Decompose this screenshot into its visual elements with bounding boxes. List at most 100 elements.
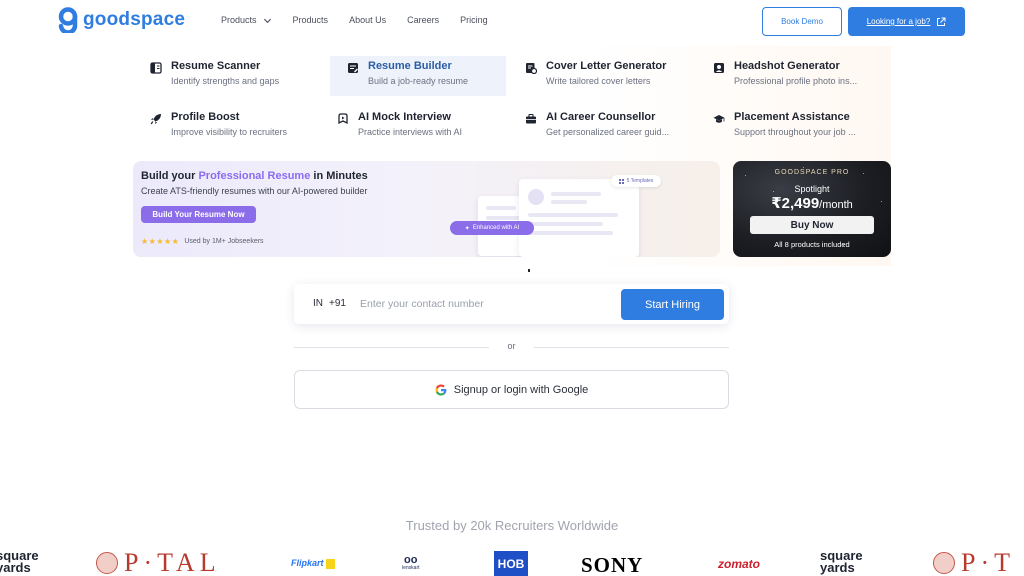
book-demo-button[interactable]: Book Demo: [762, 7, 842, 36]
zomato-logo: zomato: [718, 557, 760, 571]
templates-chip: 5 Templates: [611, 175, 661, 187]
menu-item-ai-mock-interview[interactable]: AI Mock Interview Practice interviews wi…: [320, 102, 496, 142]
buy-now-button[interactable]: Buy Now: [750, 216, 874, 234]
pro-plan-name: Spotlight: [794, 184, 830, 194]
menu-item-subtitle: Identify strengths and gaps: [171, 76, 280, 86]
brand-name: goodspace: [83, 9, 186, 30]
or-divider: or: [294, 341, 729, 353]
ptal-emblem-icon: [96, 552, 118, 574]
menu-item-subtitle: Support throughout your job ...: [734, 127, 856, 137]
promo-title-highlight: Professional Resume: [198, 170, 311, 182]
pro-price: ₹2,499/month: [733, 194, 891, 212]
pro-price-amount: ₹2,499: [771, 195, 820, 212]
square-yards-logo-text: square yards: [820, 548, 863, 575]
sony-logo-text: SONY: [581, 553, 644, 576]
build-resume-button[interactable]: Build Your Resume Now: [141, 206, 256, 223]
or-text: or: [507, 341, 516, 351]
flipkart-logo-text: Flipkart: [291, 558, 324, 568]
top-header: goodspace Products Products About Us Car…: [0, 0, 1024, 44]
menu-item-profile-boost[interactable]: Profile Boost Improve visibility to recr…: [133, 102, 309, 142]
nav-pricing[interactable]: Pricing: [460, 15, 488, 25]
nav-about-us[interactable]: About Us: [349, 15, 386, 25]
interview-icon: [338, 113, 348, 125]
loading-indicator: [528, 269, 530, 272]
resume-scanner-icon: [150, 62, 162, 74]
ptal-logo-text: P·T: [961, 548, 1015, 576]
nav-careers[interactable]: Careers: [407, 15, 439, 25]
square-yards-logo: square yards: [0, 548, 42, 575]
menu-item-title: Resume Builder: [368, 60, 452, 72]
flipkart-bag-icon: [325, 558, 335, 569]
menu-item-title: Cover Letter Generator: [546, 60, 667, 72]
looking-for-job-button[interactable]: Looking for a job?: [848, 7, 965, 36]
ptal-logo-2: P·T: [933, 548, 1015, 576]
rating-text: Used by 1M+ Jobseekers: [184, 238, 264, 245]
menu-item-subtitle: Practice interviews with AI: [358, 127, 463, 137]
dial-code: +91: [329, 298, 346, 309]
client-logos-strip: square yards P·TAL Flipkart oo lenskart …: [0, 548, 1024, 576]
briefcase-icon: [526, 113, 536, 124]
pro-note: All 8 products included: [774, 240, 850, 249]
menu-item-placement-assistance[interactable]: Placement Assistance Support throughout …: [696, 102, 872, 142]
trusted-title: Trusted by 20k Recruiters Worldwide: [405, 518, 619, 533]
promo-title-start: Build your: [141, 170, 199, 182]
chevron-down-icon: [263, 18, 271, 23]
external-link-icon: [937, 17, 946, 26]
zomato-logo-text: zomato: [718, 557, 760, 571]
cover-letter-icon: [526, 63, 537, 74]
start-hiring-button[interactable]: Start Hiring: [621, 289, 724, 320]
google-login-button[interactable]: Signup or login with Google: [294, 370, 729, 409]
menu-item-title: AI Mock Interview: [358, 111, 451, 123]
sparkle-icon: ✦: [464, 225, 470, 232]
google-icon: [435, 384, 447, 395]
logo-icon: [58, 7, 78, 33]
google-login-label: Signup or login with Google: [453, 383, 589, 396]
nav-products[interactable]: Products: [293, 15, 329, 25]
lenskart-logo: oo lenskart: [402, 555, 420, 572]
sony-logo: SONY: [581, 553, 643, 576]
menu-item-headshot-generator[interactable]: Headshot Generator Professional profile …: [696, 51, 872, 91]
resume-builder-promo-banner[interactable]: Build your Professional Resume in Minute…: [133, 161, 720, 257]
pro-price-period: /month: [819, 199, 853, 211]
lenskart-logo-text: lenskart: [402, 565, 420, 571]
hob-logo: HOB: [494, 551, 528, 576]
ptal-logo-text: P·TAL: [124, 548, 221, 576]
headshot-icon: [714, 63, 724, 73]
goodspace-logo[interactable]: goodspace: [58, 7, 185, 33]
menu-item-resume-builder[interactable]: Resume Builder Build a job-ready resume: [330, 56, 506, 96]
ptal-emblem-icon: [933, 552, 955, 574]
menu-item-cover-letter-generator[interactable]: Cover Letter Generator Write tailored co…: [508, 51, 684, 91]
phone-login-box: IN +91 Start Hiring: [294, 284, 729, 324]
menu-item-ai-career-counsellor[interactable]: AI Career Counsellor Get personalized ca…: [508, 102, 684, 142]
square-yards-logo-text: square yards: [0, 548, 39, 575]
resume-builder-icon: [348, 63, 358, 73]
menu-item-title: AI Career Counsellor: [546, 111, 656, 123]
enhanced-ai-label: Enhanced with AI: [472, 225, 520, 231]
menu-item-title: Profile Boost: [171, 111, 240, 123]
enhanced-ai-chip: ✦ Enhanced with AI: [450, 221, 534, 235]
looking-for-job-label: Looking for a job?: [866, 17, 931, 26]
promo-title: Build your Professional Resume in Minute…: [141, 170, 368, 182]
graduation-cap-icon: [713, 115, 725, 123]
promo-subtitle: Create ATS-friendly resumes with our AI-…: [141, 186, 368, 196]
promo-title-end: in Minutes: [310, 170, 368, 182]
menu-item-subtitle: Improve visibility to recruiters: [171, 127, 288, 137]
menu-item-subtitle: Professional profile photo ins...: [734, 76, 858, 86]
rocket-icon: [150, 114, 161, 125]
nav-products-dropdown[interactable]: Products: [221, 15, 272, 25]
phone-number-input[interactable]: [360, 293, 610, 315]
menu-item-resume-scanner[interactable]: Resume Scanner Identify strengths and ga…: [133, 51, 309, 91]
ptal-logo: P·TAL: [96, 548, 221, 576]
nav-label: Products: [221, 15, 257, 25]
country-code: IN: [313, 298, 323, 309]
main-nav: Products Products About Us Careers Prici…: [221, 15, 509, 25]
hob-logo-text: HOB: [497, 556, 525, 571]
menu-item-title: Resume Scanner: [171, 60, 261, 72]
goodspace-pro-card[interactable]: GOODSPACE PRO Spotlight ₹2,499/month Buy…: [733, 161, 891, 257]
templates-chip-label: 5 Templates: [626, 178, 654, 184]
country-code-selector[interactable]: IN +91: [313, 298, 346, 309]
pro-label: GOODSPACE PRO: [774, 169, 850, 176]
menu-item-subtitle: Write tailored cover letters: [546, 76, 651, 86]
grid-icon: [618, 178, 624, 184]
rating-stars-icon: ★★★★★: [141, 237, 180, 246]
